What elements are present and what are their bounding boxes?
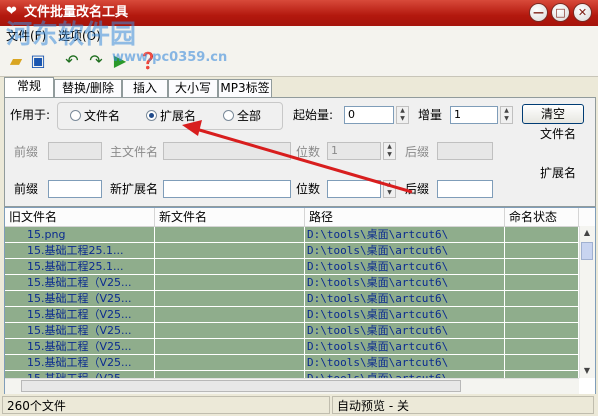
annotation-arrow xyxy=(182,120,413,194)
app-window: ❤ 文件批量改名工具 — □ ✕ 文件(F) 选项(O) ▰ ▣ ↶ ↷ ▶ ❓… xyxy=(0,0,598,416)
status-file-count: 260个文件 xyxy=(2,396,330,414)
status-bar: 260个文件 自动预览 - 关 xyxy=(0,394,598,416)
status-preview: 自动预览 - 关 xyxy=(332,396,594,414)
